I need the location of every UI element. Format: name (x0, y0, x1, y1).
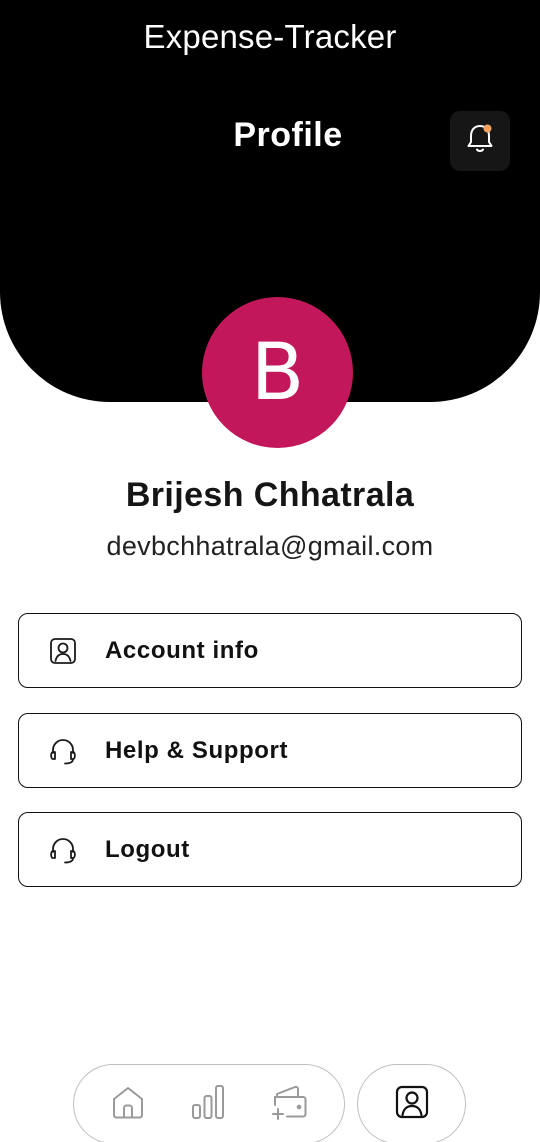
nav-wallet-button[interactable] (266, 1080, 314, 1128)
nav-stats-button[interactable] (184, 1080, 232, 1128)
headset-icon (45, 832, 81, 868)
notifications-button[interactable] (450, 111, 510, 171)
help-support-button[interactable]: Help & Support (18, 713, 522, 788)
user-square-icon (392, 1082, 432, 1127)
menu-item-label: Account info (105, 636, 259, 664)
logout-button[interactable]: Logout (18, 812, 522, 887)
menu-item-label: Help & Support (105, 736, 289, 764)
nav-home-button[interactable] (104, 1080, 152, 1128)
user-square-icon (45, 633, 81, 669)
avatar[interactable]: B (202, 297, 353, 448)
user-email: devbchhatrala@gmail.com (106, 531, 434, 561)
account-info-button[interactable]: Account info (18, 613, 522, 688)
bottom-nav (73, 1064, 345, 1142)
headset-icon (45, 733, 81, 769)
user-name: Brijesh Chhatrala (125, 476, 415, 514)
nav-profile-button[interactable] (357, 1064, 466, 1142)
wallet-add-icon (269, 1081, 311, 1128)
home-icon (107, 1081, 149, 1128)
app-title: Expense-Tracker (143, 18, 397, 55)
bell-icon (462, 121, 498, 162)
bar-chart-icon (187, 1081, 229, 1128)
menu-item-label: Logout (105, 835, 190, 863)
